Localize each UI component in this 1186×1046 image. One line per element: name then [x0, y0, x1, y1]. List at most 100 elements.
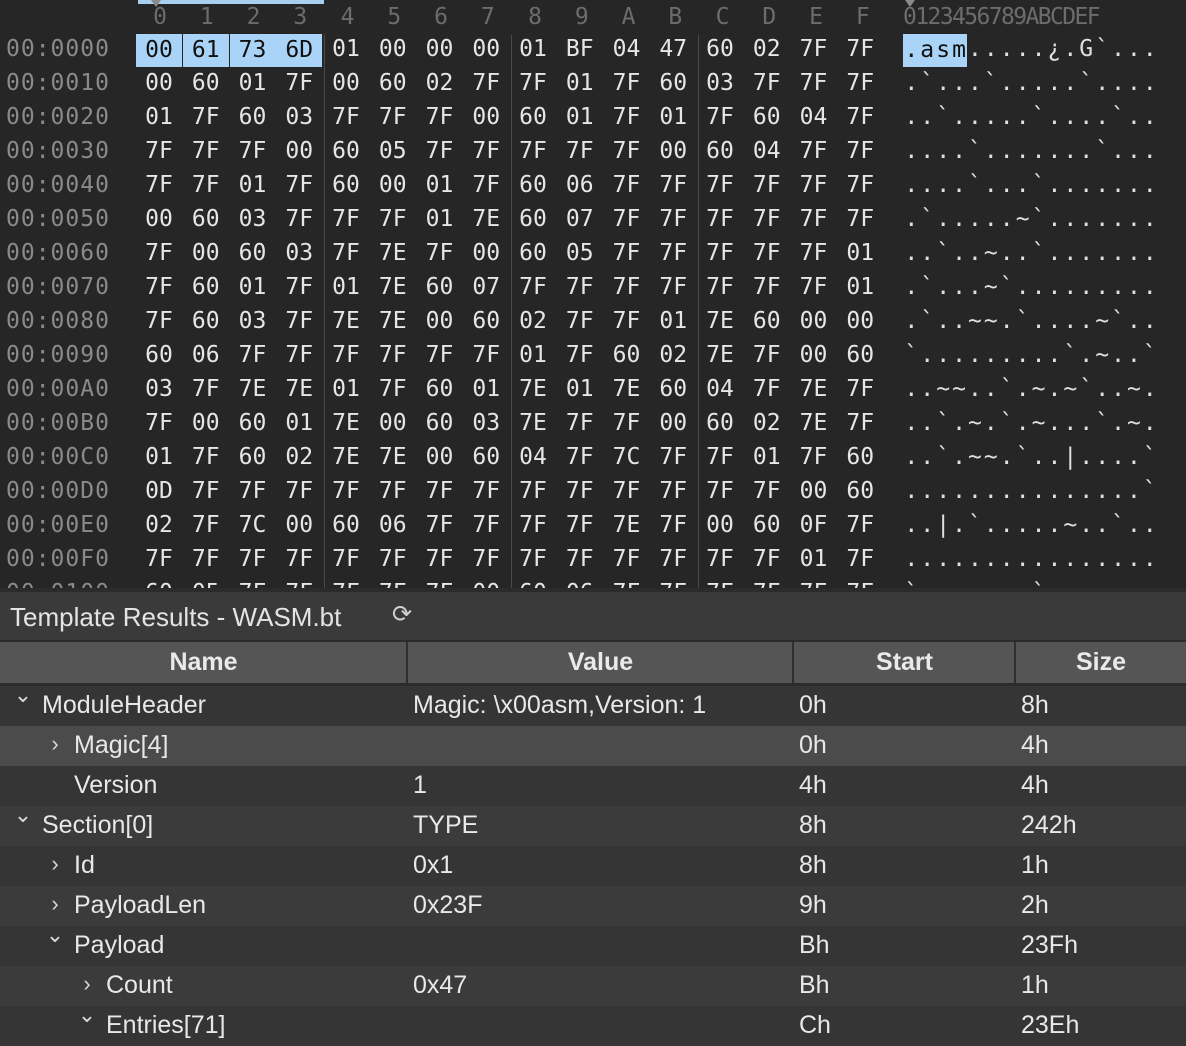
ascii-char[interactable]: ~: [951, 376, 968, 402]
ascii-char[interactable]: .: [1046, 342, 1063, 368]
hex-byte[interactable]: 00: [650, 410, 696, 436]
ascii-char[interactable]: .: [1094, 546, 1111, 572]
ascii-char[interactable]: .: [983, 410, 1000, 436]
hex-byte[interactable]: 7F: [744, 478, 790, 504]
ascii-char[interactable]: .: [967, 376, 984, 402]
ascii-char[interactable]: `: [935, 444, 952, 470]
ascii-char[interactable]: .: [1110, 376, 1127, 402]
ascii-char[interactable]: ~: [1062, 376, 1079, 402]
ascii-char[interactable]: .: [1094, 512, 1111, 538]
hex-byte[interactable]: 7F: [697, 274, 743, 300]
hex-byte[interactable]: 7F: [604, 478, 650, 504]
hex-byte[interactable]: 01: [744, 444, 790, 470]
ascii-char[interactable]: .: [1014, 342, 1031, 368]
ascii-char[interactable]: .: [951, 206, 968, 232]
ascii-char[interactable]: .: [1014, 376, 1031, 402]
hex-byte[interactable]: 7F: [791, 36, 837, 62]
ascii-char[interactable]: .: [1094, 478, 1111, 504]
hex-byte[interactable]: 7F: [230, 546, 276, 572]
ascii-char[interactable]: `: [935, 104, 952, 130]
hex-byte[interactable]: 03: [230, 308, 276, 334]
ascii-char[interactable]: .: [1126, 308, 1143, 334]
ascii-char[interactable]: .: [903, 172, 920, 198]
hex-byte[interactable]: 7F: [791, 274, 837, 300]
ascii-char[interactable]: .: [1046, 580, 1063, 588]
hex-byte[interactable]: 7F: [604, 410, 650, 436]
ascii-char[interactable]: .: [998, 580, 1015, 588]
hex-byte[interactable]: 60: [183, 308, 229, 334]
hex-byte[interactable]: 7F: [791, 70, 837, 96]
hex-byte[interactable]: 7E: [230, 376, 276, 402]
chevron-right-icon[interactable]: ›: [77, 971, 97, 997]
ascii-char[interactable]: .: [983, 342, 1000, 368]
hex-byte[interactable]: 01: [323, 376, 369, 402]
hex-byte[interactable]: 00: [276, 512, 322, 538]
hex-byte[interactable]: 7F: [463, 172, 509, 198]
ascii-char[interactable]: .: [951, 172, 968, 198]
hex-editor-pane[interactable]: 0123456789ABCDEF 0123456789ABCDEF 00:000…: [0, 0, 1186, 588]
ascii-char[interactable]: `: [1094, 36, 1111, 62]
ascii-char[interactable]: `: [935, 240, 952, 266]
ascii-char[interactable]: .: [1142, 512, 1159, 538]
hex-byte[interactable]: 60: [417, 410, 463, 436]
ascii-char[interactable]: .: [983, 546, 1000, 572]
hex-byte[interactable]: 7F: [557, 546, 603, 572]
template-row[interactable]: › Id 0x1 8h 1h: [0, 846, 1186, 886]
ascii-char[interactable]: .: [951, 478, 968, 504]
hex-byte[interactable]: 01: [136, 104, 182, 130]
template-row[interactable]: ⌄ Entries[71] Ch 23Eh: [0, 1002, 1186, 1046]
ascii-char[interactable]: .: [903, 410, 920, 436]
ascii-char[interactable]: .: [1094, 206, 1111, 232]
ascii-char[interactable]: .: [951, 546, 968, 572]
ascii-char[interactable]: .: [1062, 70, 1079, 96]
hex-byte[interactable]: 7E: [276, 376, 322, 402]
hex-byte[interactable]: 60: [417, 376, 463, 402]
hex-byte[interactable]: 7F: [650, 512, 696, 538]
ascii-char[interactable]: .: [1078, 240, 1095, 266]
hex-byte[interactable]: 60: [230, 410, 276, 436]
hex-byte[interactable]: 7F: [276, 478, 322, 504]
hex-byte[interactable]: 7F: [323, 546, 369, 572]
hex-byte[interactable]: 00: [183, 410, 229, 436]
hex-byte[interactable]: 7F: [276, 274, 322, 300]
ascii-char[interactable]: ~: [1094, 308, 1111, 334]
hex-byte[interactable]: 7F: [370, 376, 416, 402]
hex-byte[interactable]: 7F: [650, 478, 696, 504]
ascii-char[interactable]: .: [919, 444, 936, 470]
ascii-char[interactable]: .: [998, 240, 1015, 266]
hex-byte[interactable]: 7F: [837, 70, 883, 96]
ascii-char[interactable]: .: [1062, 546, 1079, 572]
hex-byte[interactable]: 7F: [697, 444, 743, 470]
ascii-char[interactable]: `: [1014, 308, 1031, 334]
hex-byte[interactable]: 7F: [604, 138, 650, 164]
ascii-char[interactable]: .: [1110, 36, 1127, 62]
hex-byte[interactable]: 7E: [697, 342, 743, 368]
ascii-char[interactable]: .: [1078, 444, 1095, 470]
ascii-char[interactable]: `: [1142, 478, 1159, 504]
hex-byte[interactable]: 01: [510, 36, 556, 62]
hex-byte[interactable]: 07: [463, 274, 509, 300]
hex-byte[interactable]: 7F: [837, 580, 883, 588]
ascii-char[interactable]: .: [1126, 546, 1143, 572]
ascii-char[interactable]: .: [983, 36, 1000, 62]
ascii-char[interactable]: ~: [967, 444, 984, 470]
ascii-char[interactable]: .: [1078, 138, 1095, 164]
ascii-char[interactable]: .: [967, 546, 984, 572]
hex-byte[interactable]: 7F: [463, 512, 509, 538]
ascii-char[interactable]: .: [1110, 274, 1127, 300]
ascii-char[interactable]: .: [919, 546, 936, 572]
ascii-char[interactable]: .: [983, 172, 1000, 198]
ascii-char[interactable]: .: [998, 308, 1015, 334]
hex-byte[interactable]: BF: [557, 36, 603, 62]
ascii-char[interactable]: .: [919, 580, 936, 588]
hex-byte[interactable]: 47: [650, 36, 696, 62]
hex-byte[interactable]: 7F: [370, 104, 416, 130]
hex-byte[interactable]: 00: [276, 138, 322, 164]
hex-byte[interactable]: 00: [370, 36, 416, 62]
ascii-char[interactable]: ~: [983, 240, 1000, 266]
hex-byte[interactable]: 7F: [136, 138, 182, 164]
ascii-char[interactable]: .: [903, 376, 920, 402]
ascii-char[interactable]: .: [1030, 138, 1047, 164]
ascii-char[interactable]: .: [1142, 206, 1159, 232]
hex-byte[interactable]: 01: [837, 274, 883, 300]
